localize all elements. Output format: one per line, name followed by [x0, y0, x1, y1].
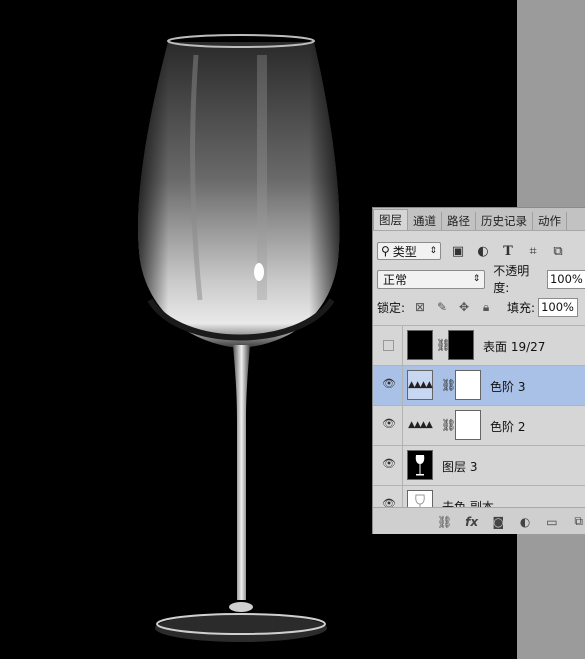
chevron-updown-icon: ⇕ — [429, 246, 437, 256]
tab-channels[interactable]: 通道 — [408, 212, 442, 230]
adjustment-icon[interactable]: ◐ — [518, 514, 533, 530]
layer-row[interactable]: 👁︎ ▲▲▲▲ ⛓ 色阶 2 — [373, 405, 585, 445]
layer-row-selected[interactable]: 👁︎ ▲▲▲▲ ⛓ 色阶 3 — [373, 365, 585, 405]
levels-adjustment-icon: ▲▲▲▲ — [407, 410, 433, 440]
layers-panel-footer: ⛓ fx ◙ ◐ ▭ ⧉ — [373, 507, 585, 534]
mask-icon[interactable]: ◙ — [491, 514, 506, 530]
layer-list: ⛓ 表面 19/27 👁︎ ▲▲▲▲ ⛓ 色阶 3 👁︎ ▲▲▲▲ ⛓ 色阶 2… — [373, 325, 585, 525]
layer-row[interactable]: 👁︎ 图层 3 — [373, 445, 585, 485]
chain-link-icon[interactable]: ⛓ — [441, 378, 456, 392]
tab-paths[interactable]: 路径 — [442, 212, 476, 230]
visibility-empty-box[interactable] — [383, 340, 394, 351]
layer-name[interactable]: 色阶 3 — [490, 378, 525, 395]
link-icon[interactable]: ⛓ — [437, 514, 452, 530]
lock-position-icon[interactable]: ✥ — [457, 300, 471, 314]
search-icon: ⚲ — [381, 244, 390, 258]
tab-layers[interactable]: 图层 — [373, 209, 408, 230]
layer-filter-select[interactable]: ⚲ 类型 ⇕ — [377, 242, 441, 260]
folder-icon[interactable]: ▭ — [544, 514, 559, 530]
lock-label: 锁定: — [377, 300, 406, 315]
layer-mask-thumbnail[interactable] — [455, 370, 481, 400]
fill-input[interactable]: 100% — [538, 297, 579, 317]
lock-all-icon[interactable]: 🔒︎ — [479, 300, 493, 314]
blend-mode-select[interactable]: 正常 ⇕ — [377, 269, 486, 289]
chain-link-icon[interactable]: ⛓ — [441, 418, 456, 432]
lock-transparent-icon[interactable]: ⊠ — [413, 300, 427, 314]
layer-name[interactable]: 图层 3 — [442, 458, 477, 475]
tab-actions[interactable]: 动作 — [533, 212, 567, 230]
chevron-updown-icon: ⇕ — [472, 274, 481, 284]
layer-name[interactable]: 色阶 2 — [490, 418, 525, 435]
image-filter-icon[interactable]: ▣ — [450, 243, 466, 259]
adjustment-filter-icon[interactable]: ◐ — [475, 243, 491, 259]
layer-mask-thumbnail[interactable] — [455, 410, 481, 440]
filter-type-label: 类型 — [392, 244, 417, 259]
shape-filter-icon[interactable]: ⌗ — [525, 243, 541, 259]
tab-history[interactable]: 历史记录 — [476, 212, 533, 230]
levels-adjustment-icon: ▲▲▲▲ — [407, 370, 433, 400]
opacity-label: 不透明度: — [493, 264, 530, 295]
layers-panel: 图层 通道 路径 历史记录 动作 ⚲ 类型 ⇕ ▣ ◐ T ⌗ ⧉ 正常 ⇕ 不… — [372, 207, 585, 534]
layer-row[interactable]: ⛓ 表面 19/27 — [373, 325, 585, 365]
layer-thumbnail — [407, 450, 433, 480]
panel-tabs: 图层 通道 路径 历史记录 动作 — [373, 208, 585, 231]
blend-mode-value: 正常 — [383, 272, 408, 287]
type-filter-icon[interactable]: T — [500, 243, 516, 259]
fx-icon[interactable]: fx — [464, 514, 479, 530]
opacity-input[interactable]: 100% — [546, 269, 585, 289]
layer-name[interactable]: 表面 19/27 — [483, 338, 545, 355]
eye-icon[interactable]: 👁︎ — [382, 418, 396, 429]
layer-thumbnail — [407, 330, 433, 360]
new-layer-icon[interactable]: ⧉ — [571, 514, 585, 530]
eye-icon[interactable]: 👁︎ — [382, 378, 396, 389]
eye-icon[interactable]: 👁︎ — [382, 458, 396, 469]
fill-label: 填充: — [507, 300, 536, 315]
layer-mask-thumbnail[interactable] — [448, 330, 474, 360]
smart-object-filter-icon[interactable]: ⧉ — [550, 243, 566, 259]
lock-image-icon[interactable]: ✎ — [435, 300, 449, 314]
